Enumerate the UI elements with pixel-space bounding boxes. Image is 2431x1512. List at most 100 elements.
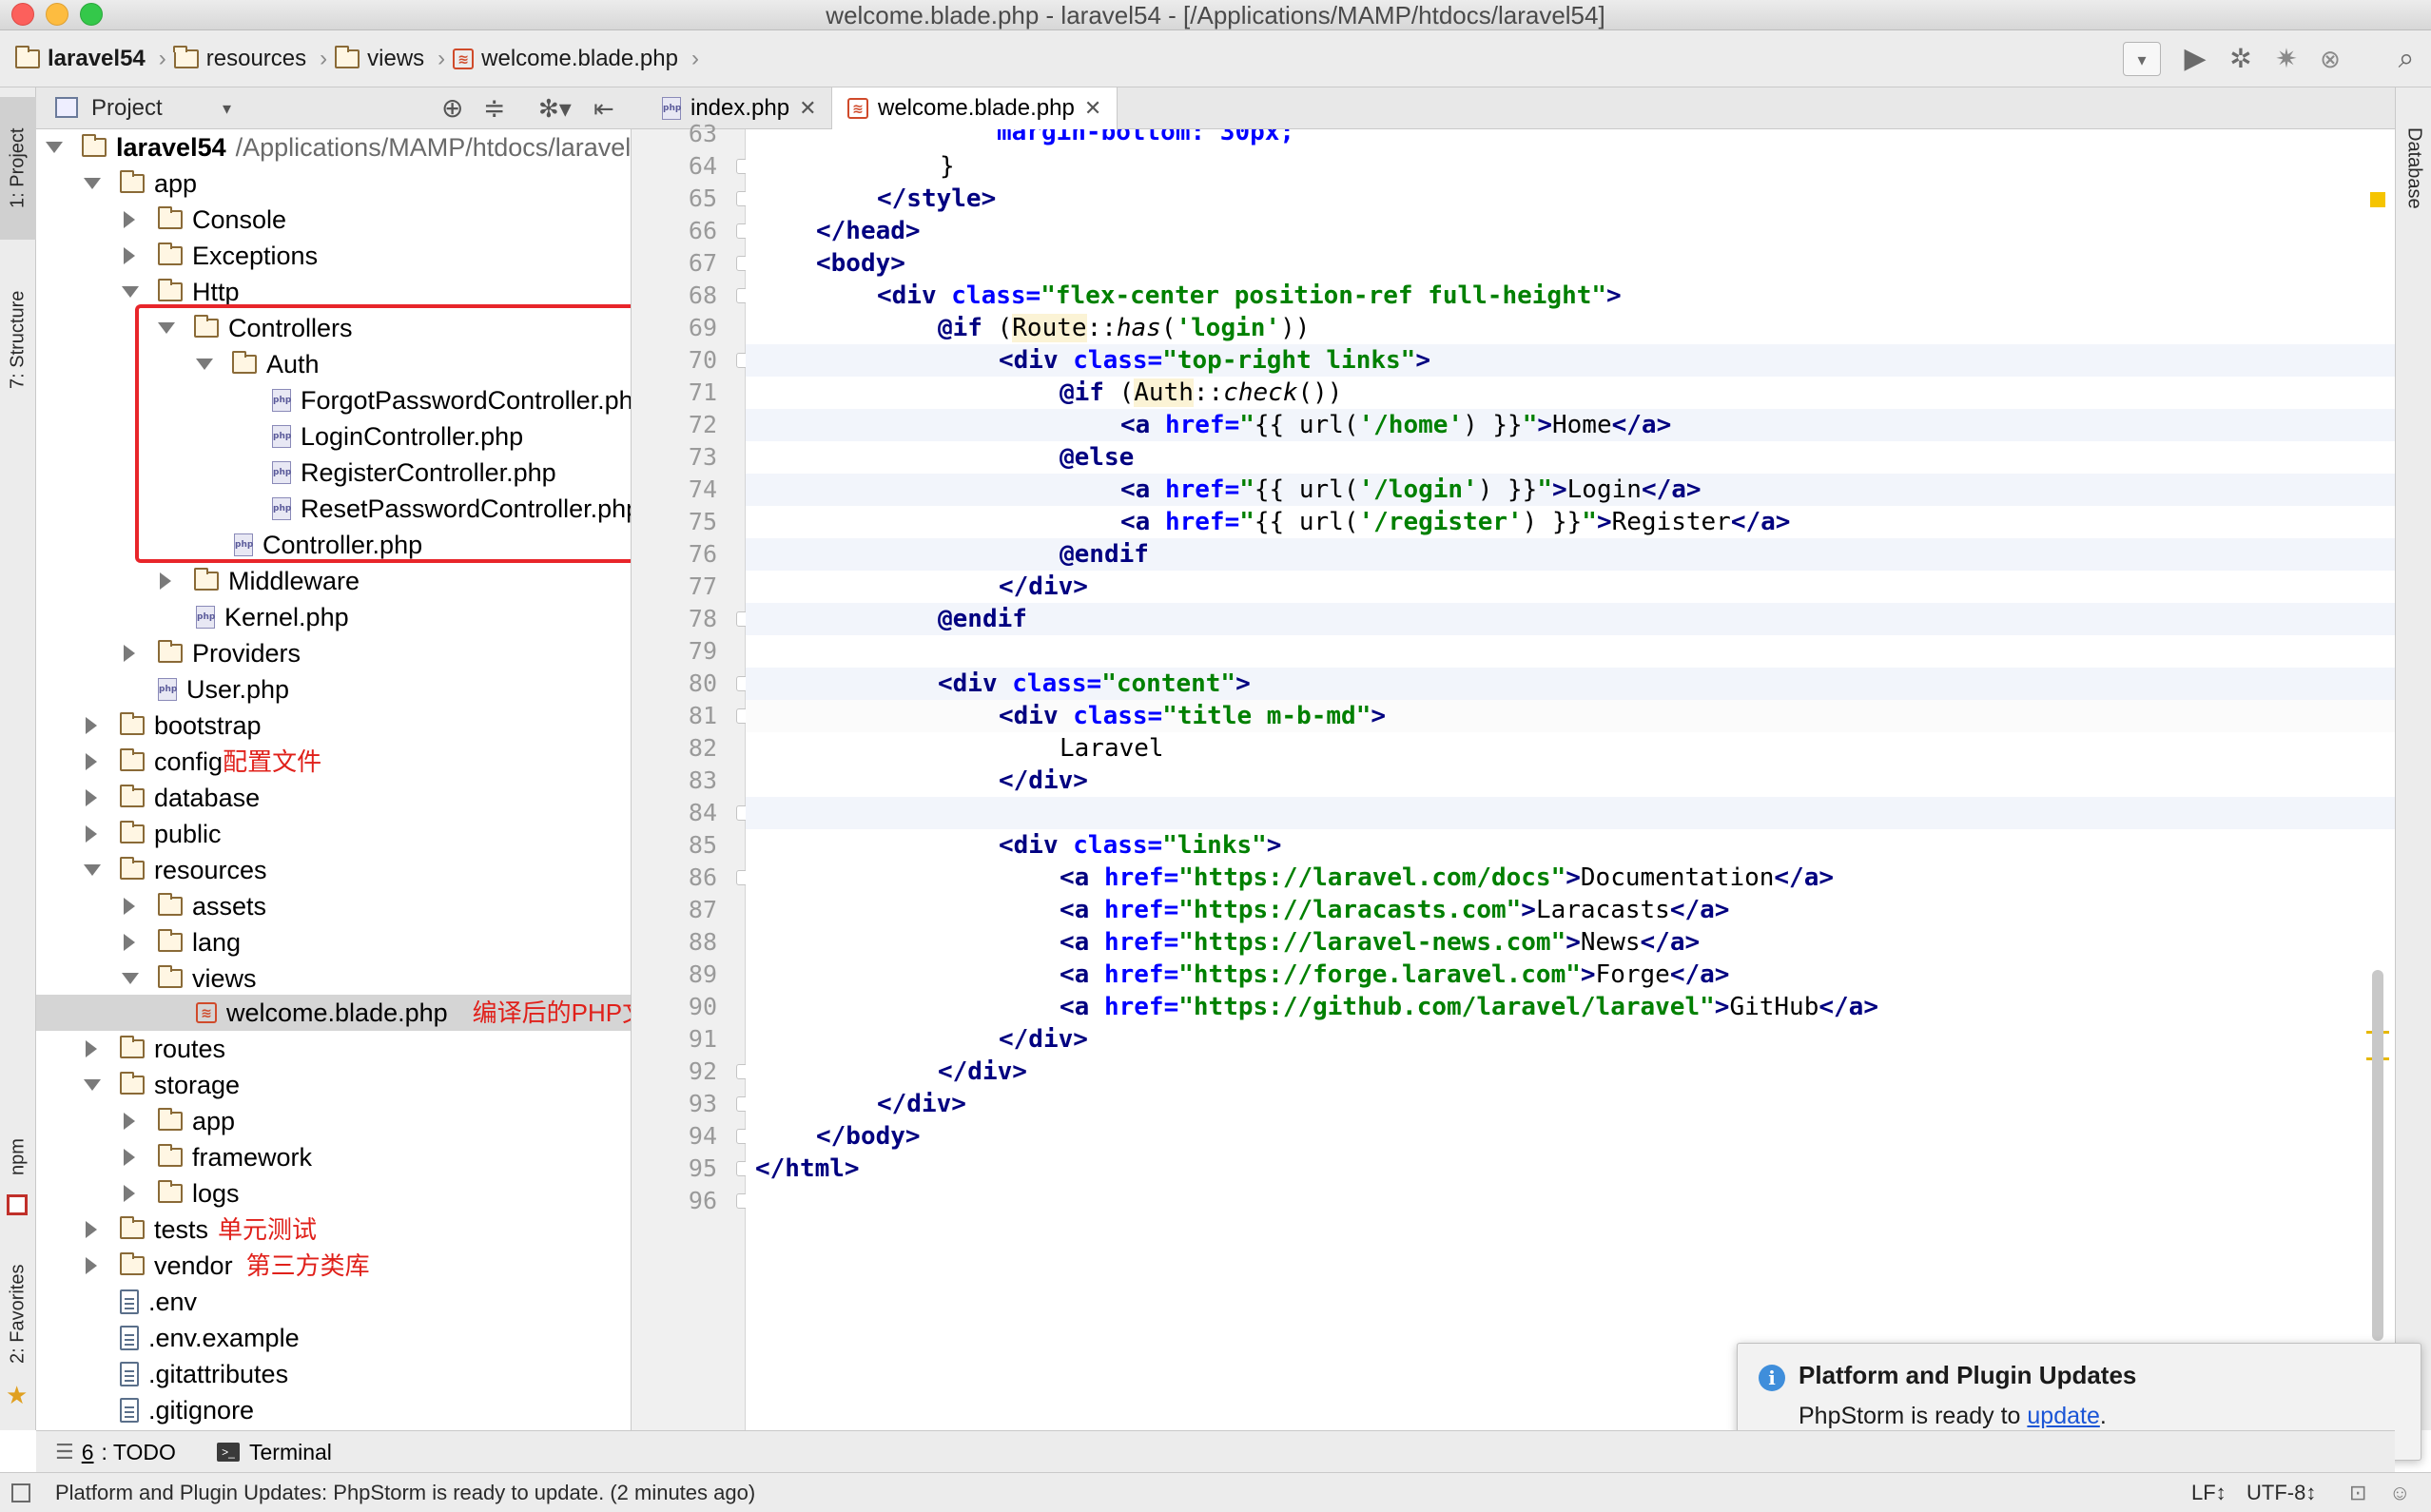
line-number: 90 bbox=[688, 993, 717, 1020]
tree-item-file[interactable]: .env.example bbox=[120, 1320, 300, 1356]
expand-arrow-icon bbox=[124, 1113, 135, 1130]
run-icon[interactable]: ▶ bbox=[2178, 42, 2212, 76]
line-number: 64 bbox=[688, 152, 717, 180]
tool-tab-project[interactable]: 1: Project bbox=[0, 97, 36, 240]
tree-item-storage[interactable]: storage bbox=[84, 1067, 240, 1103]
todo-icon: ☰ bbox=[55, 1440, 74, 1464]
line-number: 87 bbox=[688, 896, 717, 923]
text-file-icon bbox=[120, 1362, 139, 1386]
text-file-icon bbox=[120, 1289, 139, 1314]
locate-icon[interactable]: ⊕ bbox=[441, 87, 463, 129]
tree-item-tests[interactable]: tests 单元测试 bbox=[84, 1212, 317, 1248]
close-icon[interactable]: ✕ bbox=[799, 87, 816, 129]
tree-item-providers[interactable]: Providers bbox=[122, 635, 301, 671]
tree-item-routes[interactable]: routes bbox=[84, 1031, 225, 1067]
line-number: 85 bbox=[688, 831, 717, 859]
terminal-tool-button[interactable]: >_ Terminal bbox=[217, 1431, 332, 1473]
lock-icon[interactable]: ⊡ bbox=[2349, 1473, 2366, 1512]
tool-tab-favorites[interactable]: 2: Favorites bbox=[0, 1248, 36, 1381]
line-number: 70 bbox=[688, 346, 717, 374]
tree-item-file[interactable]: .gitignore bbox=[120, 1392, 254, 1428]
tree-item-resources[interactable]: resources bbox=[84, 852, 267, 888]
tree-item-assets[interactable]: assets bbox=[122, 888, 266, 924]
tree-item-file[interactable]: php User.php bbox=[158, 671, 289, 708]
run-config-dropdown[interactable]: ▾ bbox=[2123, 42, 2161, 76]
tree-item-label: public bbox=[154, 820, 222, 848]
tree-item-file[interactable]: php Kernel.php bbox=[196, 599, 349, 635]
encoding-selector[interactable]: UTF-8↕ bbox=[2246, 1473, 2316, 1512]
line-number: 84 bbox=[688, 799, 717, 826]
folder-icon bbox=[157, 965, 183, 988]
tool-tab-npm[interactable]: npm bbox=[0, 1124, 36, 1191]
update-link[interactable]: update bbox=[2027, 1403, 2099, 1429]
collapse-all-icon[interactable]: ≑ bbox=[483, 87, 505, 129]
search-icon[interactable]: ⌕ bbox=[2389, 42, 2423, 76]
close-icon[interactable]: ✕ bbox=[1084, 87, 1101, 129]
tree-item-console[interactable]: Console bbox=[122, 202, 286, 238]
line-number: 72 bbox=[688, 411, 717, 438]
hide-panel-icon[interactable]: ⇤ bbox=[593, 87, 614, 129]
breadcrumb-item-project[interactable]: laravel54 bbox=[48, 44, 146, 74]
tree-item-app[interactable]: app bbox=[84, 165, 197, 202]
coverage-icon[interactable]: ✷ bbox=[2269, 42, 2304, 76]
todo-tool-button[interactable]: ☰ 6: TODO bbox=[55, 1431, 176, 1473]
breadcrumb-item-file[interactable]: welcome.blade.php bbox=[481, 44, 678, 74]
tree-item-file[interactable]: .gitattributes bbox=[120, 1356, 288, 1392]
zoom-window-button[interactable] bbox=[80, 3, 103, 26]
expand-arrow-icon bbox=[124, 898, 135, 915]
warning-marker-icon[interactable] bbox=[2370, 192, 2385, 207]
gear-icon[interactable]: ✻▾ bbox=[538, 87, 572, 129]
tree-item-welcome-blade[interactable]: ≋ welcome.blade.php 编译后的PHP文件 bbox=[196, 995, 631, 1031]
tree-item-file[interactable]: .env bbox=[120, 1284, 197, 1320]
line-separator-selector[interactable]: LF↕ bbox=[2191, 1473, 2227, 1512]
tree-item-public[interactable]: public bbox=[84, 816, 222, 852]
line-number: 78 bbox=[688, 605, 717, 632]
status-message[interactable]: Platform and Plugin Updates: PhpStorm is… bbox=[55, 1473, 755, 1512]
editor-scrollbar[interactable] bbox=[2372, 970, 2383, 1341]
tree-item-database[interactable]: database bbox=[84, 780, 260, 816]
tree-root[interactable]: laravel54 /Applications/MAMP/htdocs/lara… bbox=[46, 129, 631, 165]
tool-tab-structure[interactable]: 7: Structure bbox=[0, 259, 36, 420]
expand-arrow-icon bbox=[86, 825, 97, 843]
tree-item-bootstrap[interactable]: bootstrap bbox=[84, 708, 262, 744]
code-line: <a href="{{ url('/register') }}">Registe… bbox=[1120, 508, 1791, 536]
tree-item-label: framework bbox=[192, 1143, 313, 1172]
tool-tab-database[interactable]: Database bbox=[2396, 97, 2431, 240]
code-line: <a href="https://forge.laravel.com">Forg… bbox=[1060, 960, 1730, 989]
tree-item-label: Exceptions bbox=[192, 242, 319, 270]
breadcrumb-item-views[interactable]: views bbox=[367, 44, 424, 74]
line-number: 63 bbox=[688, 120, 717, 147]
chevron-down-icon[interactable]: ▾ bbox=[223, 87, 231, 129]
line-number: 92 bbox=[688, 1057, 717, 1085]
folder-icon bbox=[157, 1180, 183, 1203]
breadcrumb: laravel54 › resources › views › ≋ welcome.b… bbox=[14, 44, 699, 74]
tree-item-lang[interactable]: lang bbox=[122, 924, 241, 960]
code-line: @endif bbox=[938, 605, 1027, 633]
tree-item-framework[interactable]: framework bbox=[122, 1139, 312, 1175]
inspector-icon[interactable]: ☺ bbox=[2389, 1473, 2410, 1512]
stop-icon[interactable]: ⊗ bbox=[2313, 42, 2347, 76]
project-view-label[interactable]: Project bbox=[91, 87, 163, 129]
left-tool-strip: 1: Project 7: Structure npm 2: Favorites… bbox=[0, 87, 36, 1430]
tool-windows-toggle-icon[interactable] bbox=[11, 1483, 30, 1502]
tree-item-exceptions[interactable]: Exceptions bbox=[122, 238, 318, 274]
tree-item-views[interactable]: views bbox=[122, 960, 257, 997]
tree-item-config[interactable]: config 配置文件 bbox=[84, 744, 321, 780]
close-window-button[interactable] bbox=[11, 3, 34, 26]
tree-item-middleware[interactable]: Middleware bbox=[158, 563, 360, 599]
minimize-window-button[interactable] bbox=[46, 3, 68, 26]
php-file-icon: php bbox=[662, 97, 681, 120]
tree-item-vendor[interactable]: vendor 第三方类库 bbox=[84, 1248, 370, 1284]
tree-item-logs[interactable]: logs bbox=[122, 1175, 240, 1212]
code-line: <a href="https://laravel.com/docs">Docum… bbox=[1060, 863, 1835, 892]
code-editor[interactable]: margin-bottom: 30px; } </style> </head> … bbox=[746, 129, 2395, 1430]
code-line: <a href="https://laracasts.com">Laracast… bbox=[1060, 896, 1730, 924]
breadcrumb-item-resources[interactable]: resources bbox=[206, 44, 306, 74]
tab-welcome-blade[interactable]: ≋ welcome.blade.php ✕ bbox=[831, 87, 1118, 129]
tree-item-storage-app[interactable]: app bbox=[122, 1103, 235, 1139]
blade-file-icon: ≋ bbox=[196, 1002, 217, 1023]
debug-icon[interactable]: ✲ bbox=[2224, 42, 2258, 76]
code-line: </body> bbox=[816, 1122, 921, 1151]
code-line: </html> bbox=[755, 1154, 860, 1183]
blade-file-icon: ≋ bbox=[847, 98, 868, 119]
